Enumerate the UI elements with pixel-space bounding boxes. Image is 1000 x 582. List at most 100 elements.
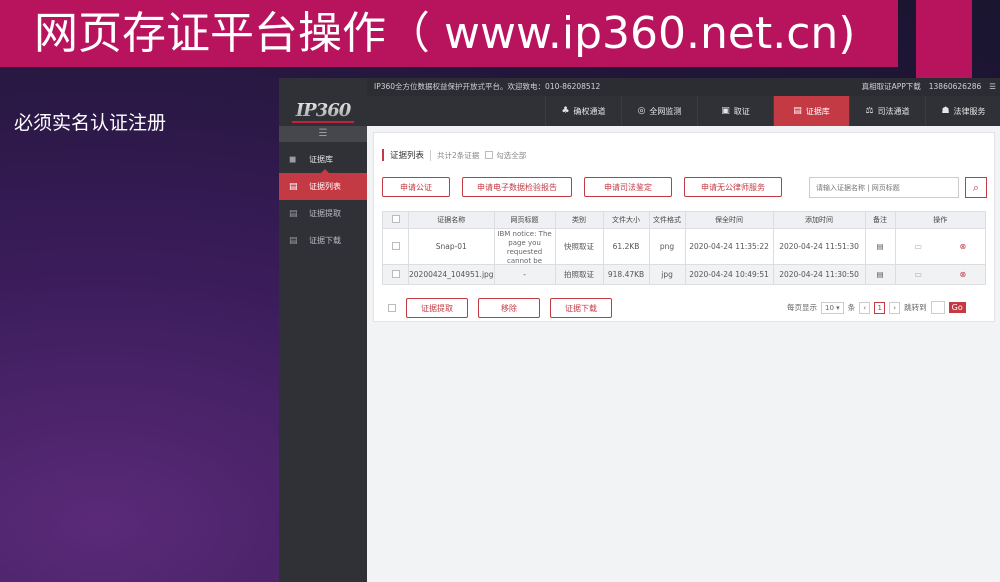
column-header: 网页标题 (493, 211, 556, 229)
row-checkbox[interactable] (391, 269, 400, 278)
table-row[interactable]: 20200424_104951.jpg - 拍照取证 918.47KB jpg … (382, 264, 987, 285)
header-checkbox[interactable] (391, 215, 400, 223)
operation-cell: ▭ ⊗ (894, 228, 987, 265)
column-header: 操作 (894, 211, 987, 229)
page-title-cell: IBM notice: The page you requested canno… (493, 228, 556, 265)
folder-icon[interactable]: ▭ (914, 242, 922, 251)
list-icon: ▤ (289, 181, 298, 192)
per-page-label: 每页显示 (787, 303, 817, 312)
sidebar-item-label: 证据提取 (309, 209, 341, 218)
search-input[interactable] (809, 177, 959, 198)
size-cell: 918.47KB (602, 264, 650, 285)
folder-icon[interactable]: ▭ (914, 270, 922, 279)
saved-time-cell: 2020-04-24 11:35:22 (684, 228, 774, 265)
download-evidence-button[interactable]: 证据下载 (550, 298, 612, 318)
sidebar-item-label: 证据库 (309, 155, 333, 164)
user-phone[interactable]: 13860626286 (929, 78, 982, 96)
sidebar-item-label: 证据下载 (309, 236, 341, 245)
main-nav: IP360 ♣ 确权通道 ◎ 全网监测 ▣ 取证 ▤ 证据库 ⚖ 司法通道 ☗ 法律服务 (279, 78, 1000, 126)
select-all[interactable]: 勾选全部 (485, 150, 526, 161)
note-icon[interactable]: ▤ (877, 270, 884, 279)
jump-label: 跳转到 (904, 303, 927, 312)
search-icon[interactable]: ⌕ (965, 177, 987, 198)
column-header: 备注 (864, 211, 896, 229)
app-download-link[interactable]: 真相取证APP下载 (862, 78, 921, 96)
nav-tab-monitor[interactable]: ◎ 全网监测 (621, 96, 697, 126)
header-checkbox-cell (382, 211, 409, 229)
format-cell: png (648, 228, 686, 265)
column-header: 类别 (554, 211, 604, 229)
confirm-icon: ♣ (561, 106, 570, 116)
column-header: 文件格式 (648, 211, 686, 229)
nav-tab-evidence-capture[interactable]: ▣ 取证 (697, 96, 773, 126)
table-header-row: 证据名称 网页标题 类别 文件大小 文件格式 保全时间 添加时间 备注 操作 (382, 211, 987, 229)
added-time-cell: 2020-04-24 11:30:50 (772, 264, 866, 285)
table-row[interactable]: Snap-01 IBM notice: The page you request… (382, 228, 987, 265)
nav-tab-legal-service[interactable]: ☗ 法律服务 (925, 96, 1000, 126)
sidebar-toggle-icon[interactable]: ☰ (279, 126, 367, 142)
nav-tab-judicial[interactable]: ⚖ 司法通道 (849, 96, 925, 126)
go-button[interactable]: Go (948, 302, 966, 313)
category-cell: 快照取证 (554, 228, 604, 265)
search-area: ⌕ (809, 177, 987, 198)
sidebar-item-evidence-extract[interactable]: ▤ 证据提取 (279, 200, 367, 227)
top-info-bar: IP360全方位数据权益保护开放式平台。欢迎致电：010-86208512 真相… (279, 78, 1000, 96)
menu-icon[interactable]: ☰ (989, 78, 996, 96)
platform-tagline: IP360全方位数据权益保护开放式平台。欢迎致电：010-86208512 (374, 82, 601, 91)
added-time-cell: 2020-04-24 11:51:30 (772, 228, 866, 265)
footer-select-checkbox[interactable] (388, 304, 396, 312)
slide-subtitle: 必须实名认证注册 (14, 112, 167, 134)
apply-data-report-button[interactable]: 申请电子数据检验报告 (462, 177, 572, 197)
apply-lawyer-service-button[interactable]: 申请无公律师服务 (684, 177, 782, 197)
note-icon[interactable]: ▤ (877, 242, 884, 251)
delete-icon[interactable]: ⊗ (960, 242, 967, 251)
column-header: 文件大小 (602, 211, 650, 229)
nav-tab-label: 全网监测 (649, 106, 682, 116)
nav-tab-label: 司法通道 (877, 106, 910, 116)
footer-actions: 证据提取 移除 证据下载 (388, 298, 612, 318)
legal-icon: ☗ (941, 106, 950, 116)
panel-header: 证据列表 共计2条证据 勾选全部 (382, 149, 526, 161)
slide-accent-block (916, 0, 972, 78)
extract-evidence-button[interactable]: 证据提取 (406, 298, 468, 318)
apply-notarization-button[interactable]: 申请公证 (382, 177, 450, 197)
next-page-icon[interactable]: › (889, 301, 901, 314)
nav-tab-label: 法律服务 (953, 106, 986, 116)
column-header: 证据名称 (408, 211, 495, 229)
per-page-select[interactable]: 10 ▾ (821, 301, 844, 314)
size-cell: 61.2KB (602, 228, 650, 265)
current-page[interactable]: 1 (874, 301, 886, 314)
sidebar: ☰ ◼ 证据库 ▤ 证据列表 ▤ 证据提取 ▤ 证据下载 (279, 126, 367, 582)
main-content: 证据列表 共计2条证据 勾选全部 申请公证 申请电子数据检验报告 申请司法鉴定 … (367, 126, 1000, 582)
document-icon: ▤ (289, 235, 298, 246)
library-icon: ▤ (793, 106, 802, 116)
apply-judicial-appraisal-button[interactable]: 申请司法鉴定 (584, 177, 672, 197)
sidebar-item-evidence-list[interactable]: ▤ 证据列表 (279, 169, 367, 200)
nav-tab-confirm[interactable]: ♣ 确权通道 (545, 96, 621, 126)
per-page-value: 10 (825, 303, 834, 312)
remove-button[interactable]: 移除 (478, 298, 540, 318)
prev-page-icon[interactable]: ‹ (859, 301, 871, 314)
delete-icon[interactable]: ⊗ (960, 270, 967, 279)
sidebar-item-evidence-download[interactable]: ▤ 证据下载 (279, 227, 367, 254)
nav-tab-evidence-library[interactable]: ▤ 证据库 (773, 96, 849, 126)
evidence-name: 20200424_104951.jpg (408, 264, 495, 285)
logo[interactable]: IP360 (279, 78, 367, 126)
panel-title: 证据列表 (390, 151, 425, 161)
jump-input[interactable] (930, 301, 945, 314)
row-checkbox-cell (382, 228, 409, 265)
select-all-label: 勾选全部 (496, 150, 527, 160)
select-all-checkbox[interactable] (485, 151, 494, 159)
document-icon: ▤ (289, 208, 298, 219)
app-screenshot: IP360全方位数据权益保护开放式平台。欢迎致电：010-86208512 真相… (279, 78, 1000, 582)
capture-icon: ▣ (721, 106, 730, 116)
monitor-icon: ◎ (637, 106, 646, 116)
column-header: 添加时间 (772, 211, 866, 229)
sidebar-item-label: 证据列表 (309, 182, 341, 191)
topbar-right: 真相取证APP下载 13860626286 ☰ (862, 78, 996, 96)
pagination: 每页显示 10 ▾ 条 ‹ 1 › 跳转到 Go (787, 301, 966, 314)
row-checkbox[interactable] (391, 241, 400, 250)
evidence-name: Snap-01 (408, 228, 495, 265)
category-cell: 拍照取证 (554, 264, 604, 285)
per-page-unit: 条 (847, 303, 856, 312)
